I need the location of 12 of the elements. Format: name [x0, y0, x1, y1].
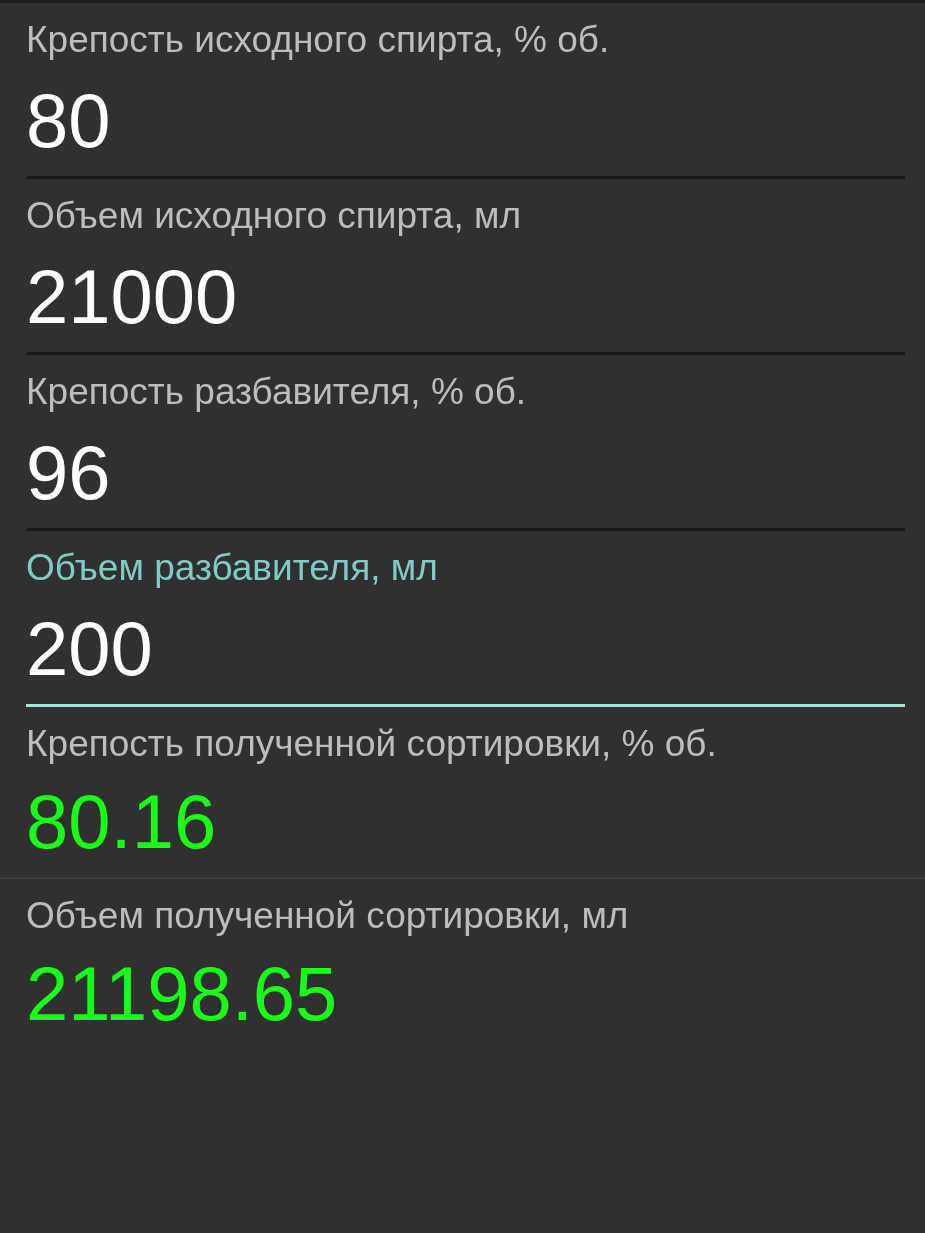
result-value: 80.16 — [26, 778, 218, 866]
result-label: Крепость полученной сортировки, % об. — [26, 722, 718, 766]
result-label: Объем полученной сортировки, мл — [26, 894, 630, 938]
field-label: Крепость исходного спирта, % об. — [26, 18, 611, 62]
field-label: Крепость разбавителя, % об. — [26, 370, 528, 414]
input-field[interactable]: 200 — [26, 591, 905, 707]
field-label: Объем разбавителя, мл — [26, 546, 439, 590]
input-field[interactable]: 96 — [26, 415, 905, 531]
input-field[interactable]: 21000 — [26, 239, 905, 355]
input-field[interactable]: 80 — [26, 63, 905, 179]
field-label: Объем исходного спирта, мл — [26, 194, 522, 238]
result-value: 21198.65 — [26, 950, 339, 1038]
